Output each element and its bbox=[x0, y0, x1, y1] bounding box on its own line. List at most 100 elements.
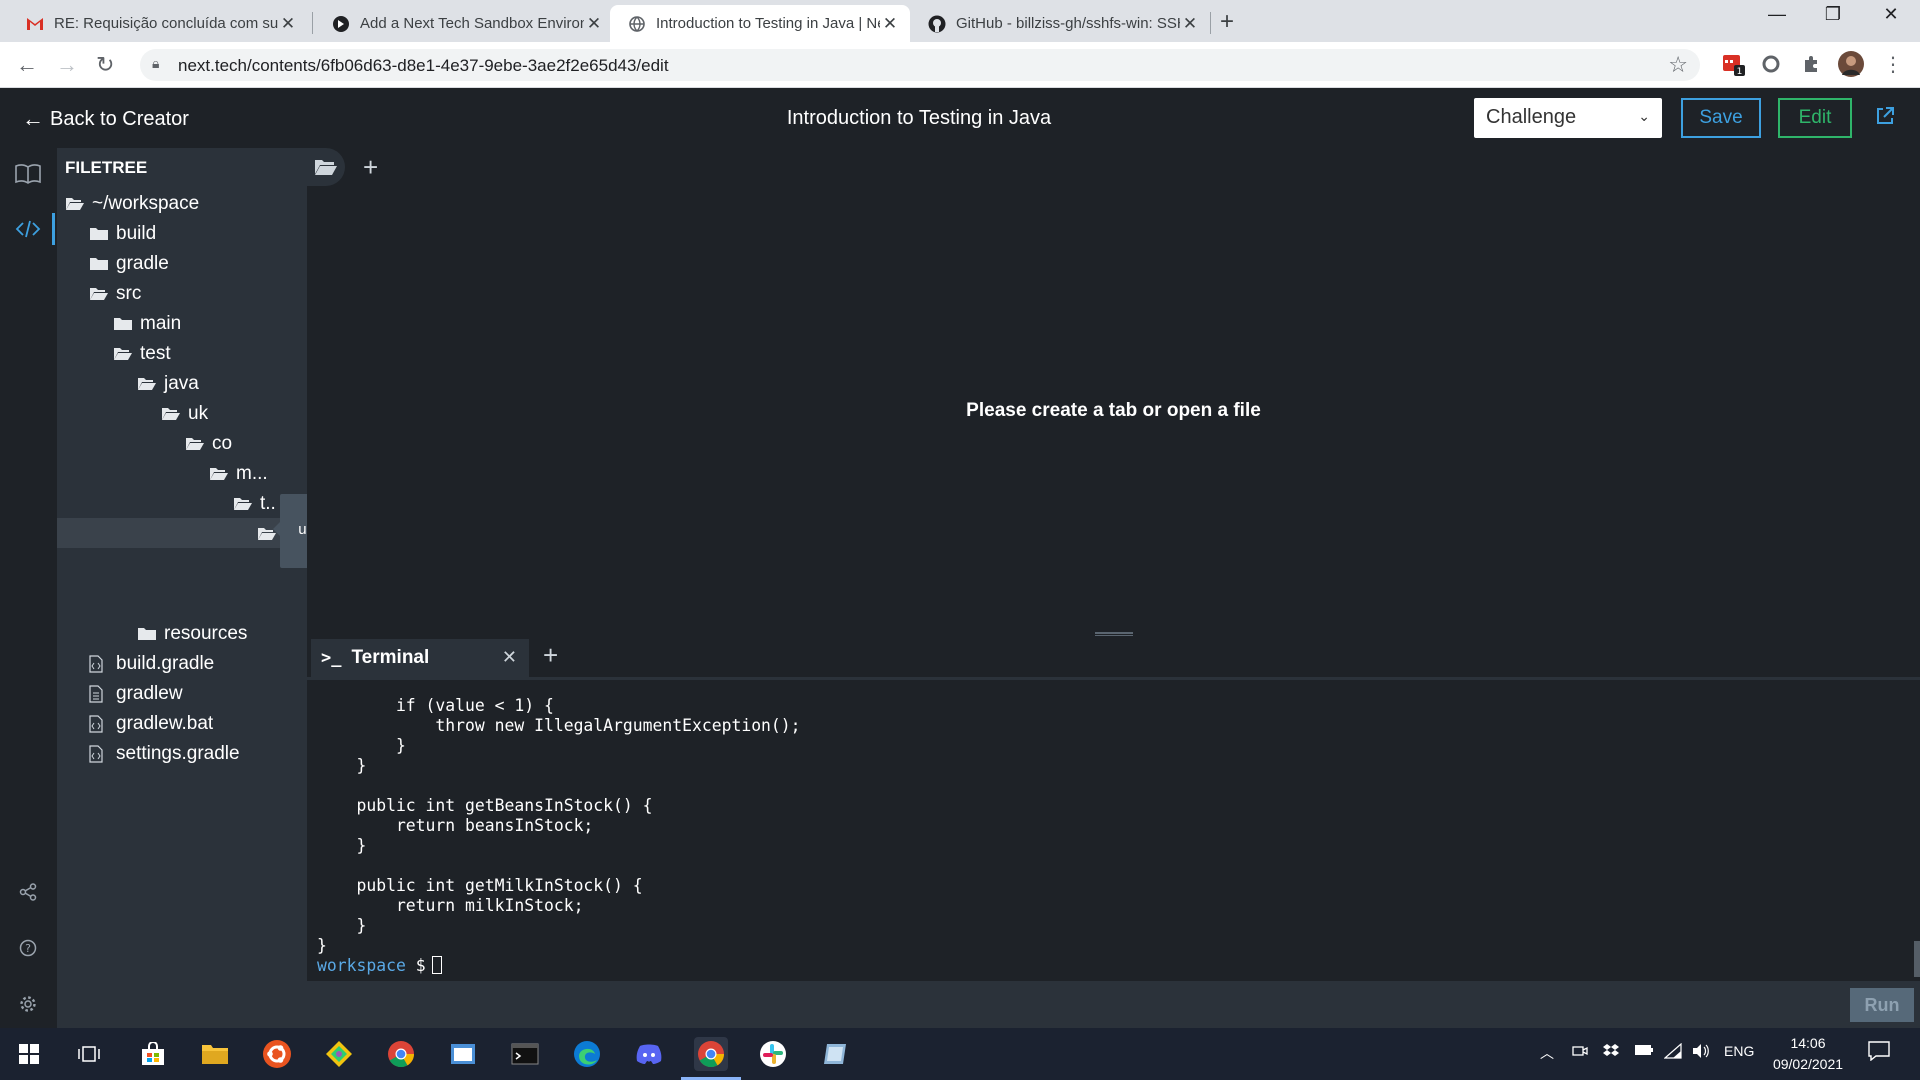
notification-icon[interactable] bbox=[1868, 1041, 1890, 1064]
meet-now-icon[interactable] bbox=[1572, 1043, 1588, 1062]
file-icon bbox=[89, 655, 111, 673]
filetree-node-src[interactable]: src bbox=[89, 280, 141, 308]
mode-select[interactable]: Challenge ⌄ bbox=[1474, 98, 1662, 138]
minimize-icon[interactable]: — bbox=[1752, 4, 1802, 25]
windows-start-icon[interactable] bbox=[12, 1037, 46, 1071]
browser-tab-github[interactable]: GitHub - billziss-gh/sshfs-win: SSHFS Fo… bbox=[910, 5, 1210, 42]
filetree-node-settings-gradle[interactable]: settings.gradle bbox=[89, 740, 240, 768]
circle-extension-icon[interactable] bbox=[1758, 51, 1784, 77]
notepad-icon[interactable] bbox=[446, 1037, 480, 1071]
tray-chevron-up-icon[interactable]: ︿ bbox=[1540, 1043, 1554, 1063]
terminal-prompt-icon: >_ bbox=[321, 648, 342, 668]
new-tab-plus-icon[interactable]: + bbox=[1220, 8, 1234, 36]
share-icon[interactable] bbox=[14, 878, 42, 906]
browser-tab-gmail[interactable]: RE: Requisição concluída com sucesso ✕ bbox=[8, 5, 308, 42]
calendar-extension-icon[interactable]: 1 bbox=[1720, 51, 1746, 77]
system-clock[interactable]: 14:06 09/02/2021 bbox=[1768, 1033, 1848, 1075]
filetree-node-co[interactable]: co bbox=[185, 430, 232, 458]
terminal-code-lines: if (value < 1) { throw new IllegalArgume… bbox=[317, 696, 801, 955]
terminal-tab[interactable]: >_ Terminal ✕ bbox=[311, 639, 529, 677]
puzzle-extensions-icon[interactable] bbox=[1798, 51, 1824, 77]
close-icon[interactable]: ✕ bbox=[502, 647, 517, 668]
slack-icon[interactable] bbox=[756, 1037, 790, 1071]
discord-icon[interactable] bbox=[632, 1037, 666, 1071]
filetree-node-build-gradle[interactable]: build.gradle bbox=[89, 650, 214, 678]
filetree-node-build[interactable]: build bbox=[89, 220, 156, 248]
address-bar: ← → ↻ 🔒︎ next.tech/contents/6fb06d63-d8e… bbox=[0, 42, 1920, 88]
filetree-node-uk[interactable]: uk bbox=[161, 400, 208, 428]
store-icon[interactable] bbox=[136, 1037, 170, 1071]
folder-open-icon bbox=[185, 436, 207, 452]
close-tab-icon[interactable]: ✕ bbox=[880, 14, 900, 34]
new-terminal-plus-icon[interactable]: + bbox=[543, 640, 558, 671]
url-field[interactable]: 🔒︎ next.tech/contents/6fb06d63-d8e1-4e37… bbox=[140, 49, 1700, 81]
restore-icon[interactable]: ❐ bbox=[1808, 4, 1858, 25]
terminal-tabbar: >_ Terminal ✕ + bbox=[307, 636, 1920, 680]
help-icon[interactable]: ? bbox=[14, 934, 42, 962]
gear-icon[interactable] bbox=[14, 990, 42, 1018]
globe-icon bbox=[628, 15, 646, 33]
filetree-node-m-[interactable]: m... bbox=[209, 460, 268, 488]
task-view-icon[interactable] bbox=[72, 1037, 106, 1071]
filetree-node-test[interactable]: test bbox=[113, 340, 171, 368]
volume-icon[interactable] bbox=[1692, 1043, 1710, 1062]
file-explorer-icon[interactable] bbox=[198, 1037, 232, 1071]
browser-tab-strip: RE: Requisição concluída com sucesso ✕ A… bbox=[0, 0, 1920, 42]
filetree-panel: FILETREE ~/workspace build gradle src main te… bbox=[57, 148, 307, 1028]
terminal-output[interactable]: if (value < 1) { throw new IllegalArgume… bbox=[307, 683, 1920, 981]
filetree-node-t-[interactable]: t.. bbox=[233, 490, 276, 518]
wifi-icon[interactable] bbox=[1663, 1042, 1682, 1062]
chevron-down-icon: ⌄ bbox=[1638, 108, 1650, 124]
edit-button[interactable]: Edit bbox=[1778, 98, 1852, 138]
filetree-heading: FILETREE bbox=[65, 158, 148, 177]
chrome-user-icon[interactable] bbox=[384, 1037, 418, 1071]
browser-tab-active[interactable]: Introduction to Testing in Java | Next T… bbox=[610, 5, 910, 42]
run-button[interactable]: Run bbox=[1850, 988, 1914, 1022]
filetree-node--workspace[interactable]: ~/workspace bbox=[65, 190, 199, 218]
terminal-prompt[interactable]: workspace $ bbox=[317, 956, 442, 975]
save-button[interactable]: Save bbox=[1681, 98, 1761, 138]
close-tab-icon[interactable]: ✕ bbox=[584, 14, 604, 34]
dropbox-icon[interactable] bbox=[1602, 1043, 1620, 1062]
filetree-node-gradlew-bat[interactable]: gradlew.bat bbox=[89, 710, 213, 738]
close-window-icon[interactable]: ✕ bbox=[1866, 4, 1916, 25]
language-indicator[interactable]: ENG bbox=[1724, 1043, 1754, 1059]
reload-icon[interactable]: ↻ bbox=[96, 52, 114, 78]
folder-icon bbox=[113, 316, 135, 332]
battery-icon[interactable] bbox=[1634, 1043, 1654, 1060]
bookmark-star-icon[interactable]: ☆ bbox=[1668, 52, 1688, 78]
terminal-scrollbar[interactable] bbox=[1914, 941, 1920, 977]
close-tab-icon[interactable]: ✕ bbox=[1180, 14, 1200, 34]
folder-open-icon bbox=[161, 406, 183, 422]
back-arrow-icon[interactable]: ← bbox=[16, 52, 38, 78]
book-icon[interactable] bbox=[14, 160, 42, 188]
windows-taskbar: ︿ ENG 14:06 09/02/2021 bbox=[0, 1028, 1920, 1080]
filetree-node-resources[interactable]: resources bbox=[137, 620, 247, 648]
terminal-app-icon[interactable] bbox=[508, 1037, 542, 1071]
app-tile-icon[interactable] bbox=[818, 1037, 852, 1071]
ubuntu-icon[interactable] bbox=[260, 1037, 294, 1071]
browser-tab-nexttech-sandbox[interactable]: Add a Next Tech Sandbox Environment ✕ bbox=[314, 5, 614, 42]
editor-area: Please create a tab or open a file bbox=[307, 186, 1920, 634]
file-icon bbox=[89, 715, 111, 733]
git-kraken-icon[interactable] bbox=[322, 1037, 356, 1071]
close-tab-icon[interactable]: ✕ bbox=[278, 14, 298, 34]
new-tab-plus-icon[interactable]: + bbox=[363, 152, 378, 183]
filetree-node-gradle[interactable]: gradle bbox=[89, 250, 169, 278]
forward-arrow-icon[interactable]: → bbox=[56, 52, 78, 78]
filetree-node-main[interactable]: main bbox=[113, 310, 181, 338]
profile-avatar[interactable] bbox=[1838, 51, 1864, 77]
open-folder-icon[interactable] bbox=[307, 148, 345, 186]
browser-menu-icon[interactable]: ⋮ bbox=[1880, 51, 1906, 77]
filetree-node-java[interactable]: java bbox=[137, 370, 199, 398]
folder-open-icon bbox=[233, 496, 255, 512]
chrome-active-icon[interactable] bbox=[694, 1037, 728, 1071]
active-indicator bbox=[52, 213, 55, 245]
code-icon[interactable] bbox=[14, 215, 42, 243]
filetree-node-gradlew[interactable]: gradlew bbox=[89, 680, 183, 708]
app-header: ← Back to Creator Introduction to Testin… bbox=[0, 88, 1920, 148]
folder-icon bbox=[89, 256, 111, 272]
edge-icon[interactable] bbox=[570, 1037, 604, 1071]
terminal-cursor bbox=[431, 956, 442, 974]
external-link-icon[interactable] bbox=[1875, 106, 1895, 132]
